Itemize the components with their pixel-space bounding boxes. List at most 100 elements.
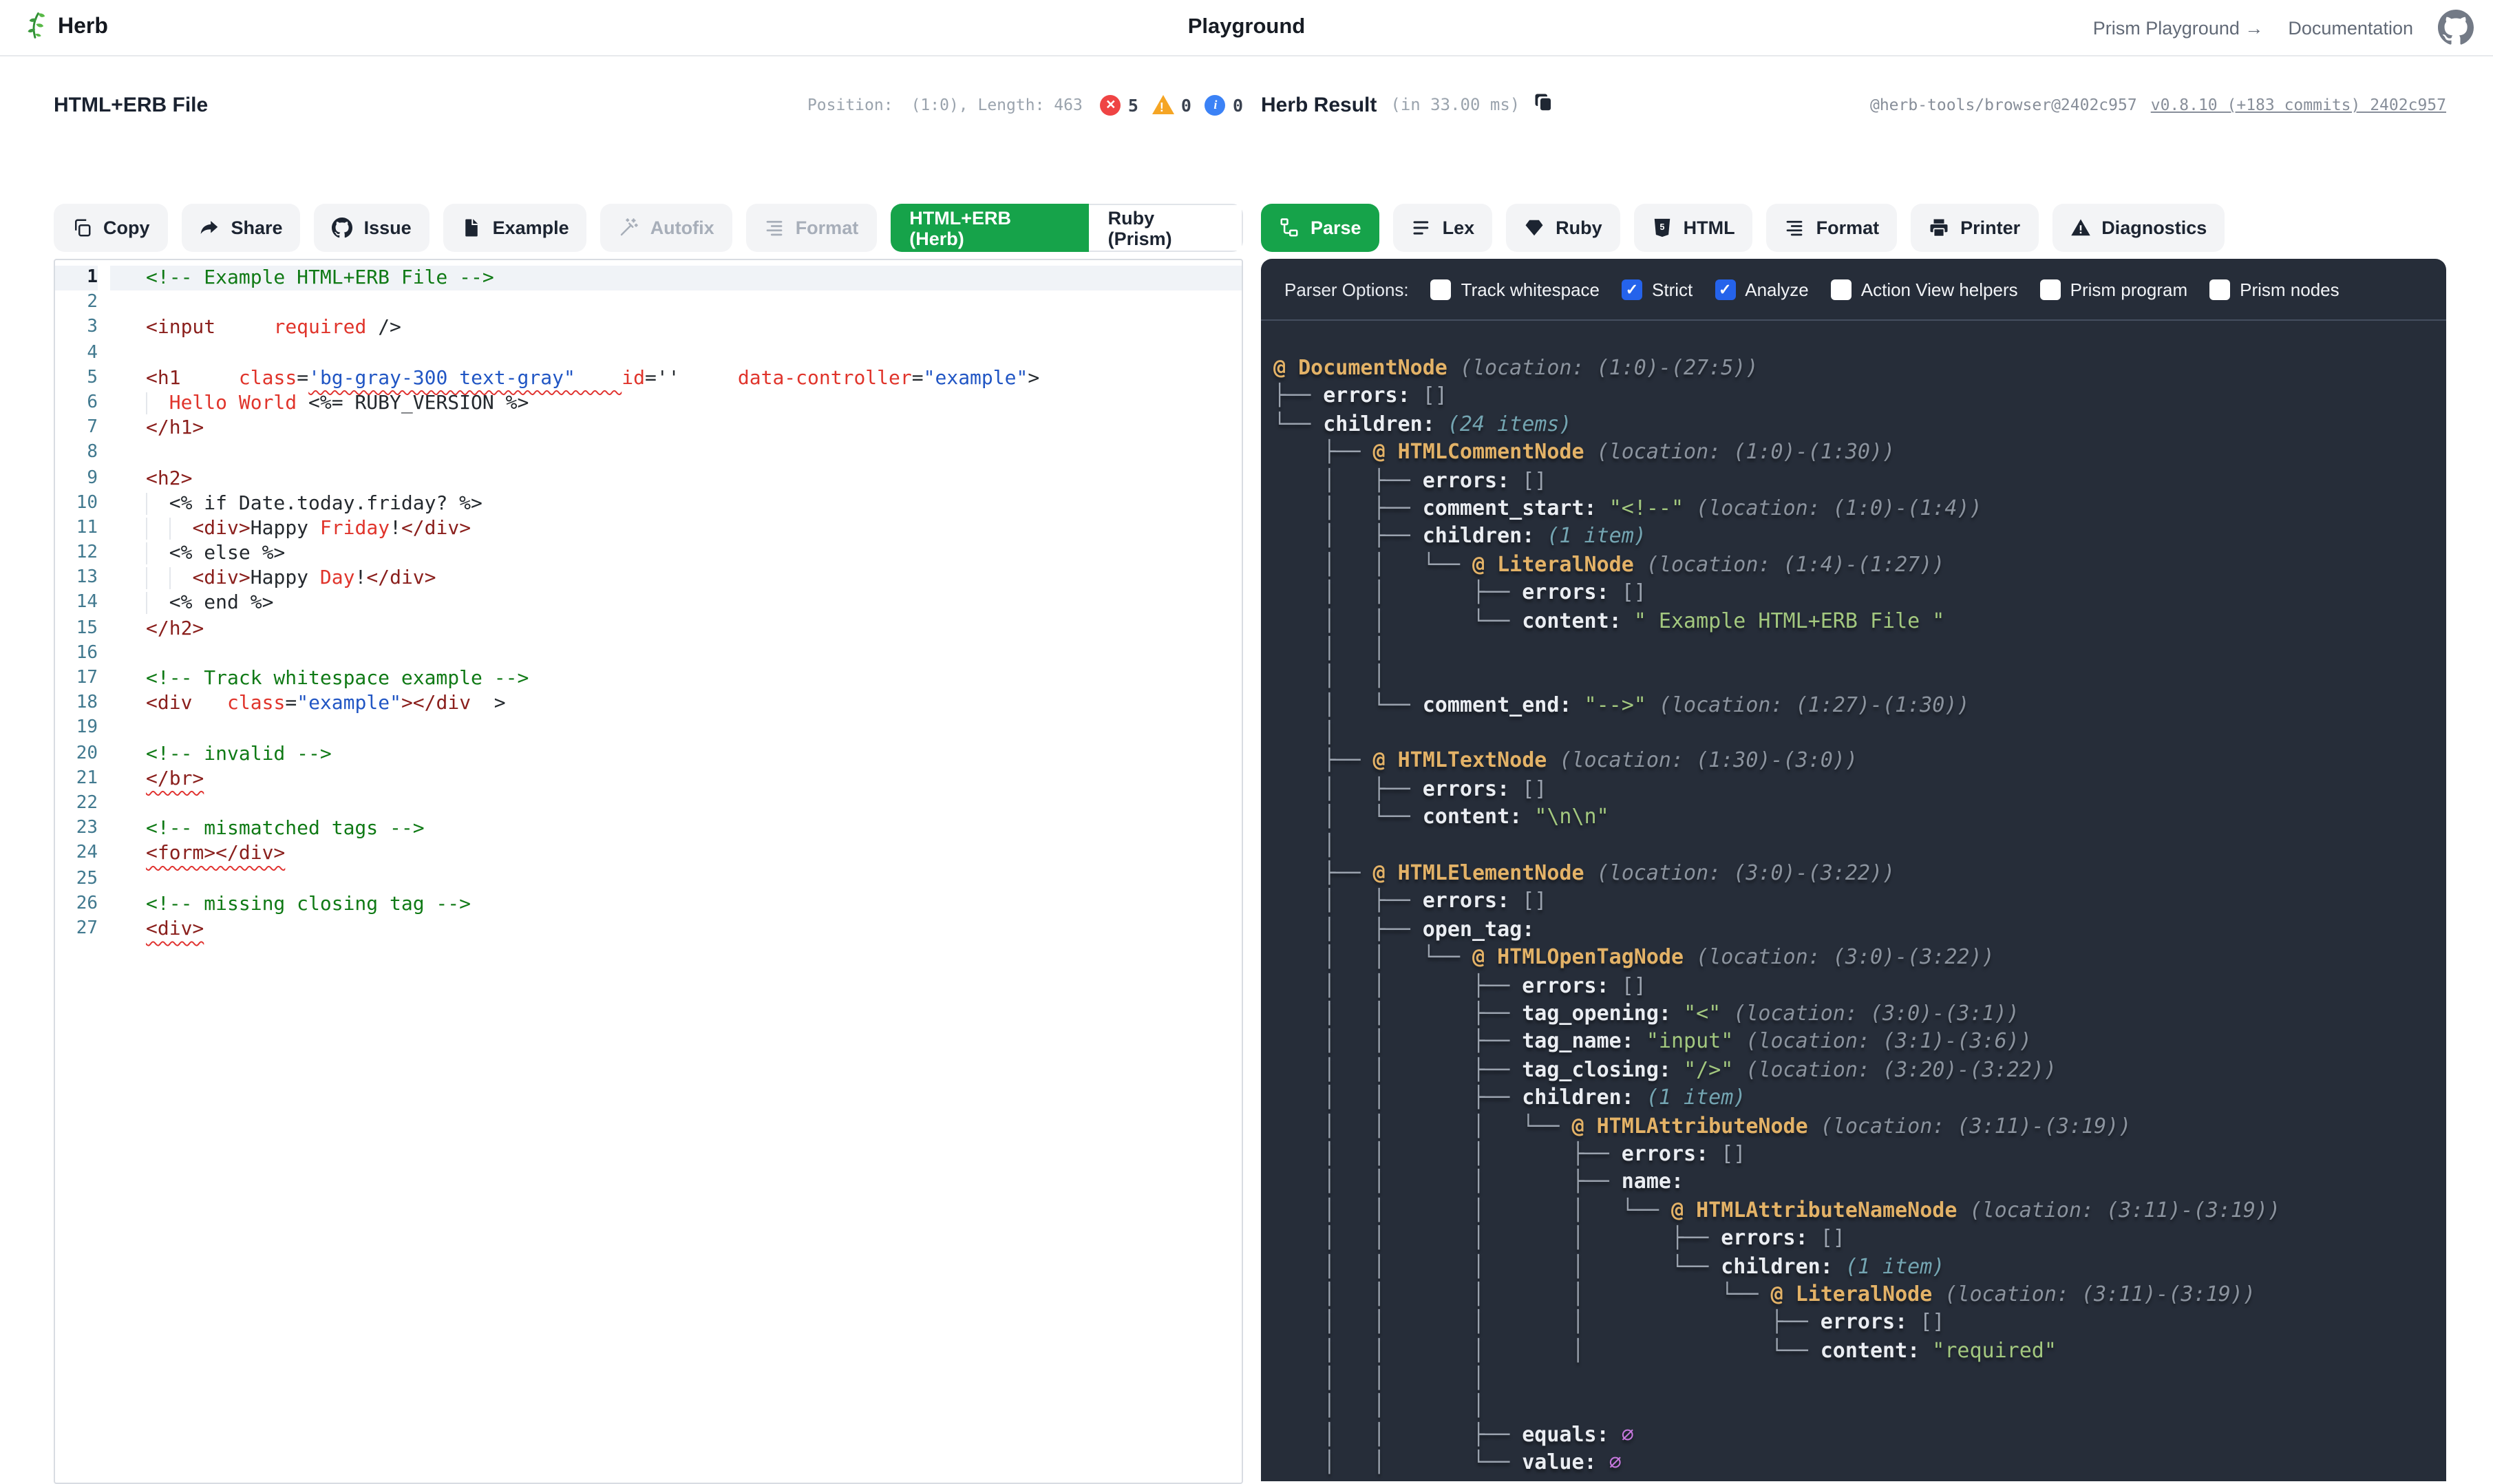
tree-line: │ │ └── content: " Example HTML+ERB File… [1273, 606, 2446, 635]
issue-button[interactable]: Issue [315, 204, 429, 252]
parser-options-bar: Parser Options: Track whitespace✓Strict✓… [1261, 259, 2446, 321]
parser-option-analyze[interactable]: ✓ Analyze [1715, 279, 1809, 299]
tree-line: │ │ │ │ └── children: (1 item) [1273, 1252, 2446, 1280]
example-button[interactable]: Example [443, 204, 587, 252]
warning-icon: ! [1152, 95, 1174, 114]
github-icon[interactable] [2438, 10, 2474, 45]
file-icon [461, 218, 482, 238]
editor-toolbar: Copy Share Issue Example Autofix Format HTML+… [54, 204, 1243, 252]
copy-button[interactable]: Copy [54, 204, 168, 252]
tree-line: ├── @ HTMLElementNode (location: (3:0)-(… [1273, 859, 2446, 887]
ruby-button[interactable]: Ruby [1506, 204, 1620, 252]
tree-line: │ │ │ │ └── @ LiteralNode (location: (3:… [1273, 1280, 2446, 1308]
line-number: 23 [55, 816, 98, 841]
line-number: 6 [55, 391, 98, 416]
code-line [110, 290, 1242, 315]
tab-ruby-prism[interactable]: Ruby (Prism) [1089, 204, 1243, 252]
tree-line: │ │ └── @ LiteralNode (location: (1:4)-(… [1273, 550, 2446, 578]
parse-timing: (in 33.00 ms) [1390, 95, 1520, 114]
list-icon [1411, 218, 1432, 238]
parse-button[interactable]: Parse [1261, 204, 1379, 252]
wand-icon [619, 218, 639, 238]
line-number: 7 [55, 416, 98, 441]
tree-line: │ ├── comment_start: "<!--" (location: (… [1273, 494, 2446, 522]
version-link[interactable]: v0.8.10 (+183 commits) 2402c957 [2151, 95, 2446, 114]
line-number-gutter: 1234567891011121314151617181920212223242… [55, 260, 110, 1483]
warning-badge: ! 0 [1152, 94, 1191, 115]
language-tabs: HTML+ERB (Herb)Ruby (Prism) [890, 204, 1243, 252]
line-number: 3 [55, 316, 98, 341]
indent-guide [146, 542, 169, 564]
lex-button[interactable]: Lex [1393, 204, 1493, 252]
prism-playground-link[interactable]: Prism Playground → [2093, 17, 2264, 38]
tree-line: │ │ │ [1273, 1364, 2446, 1392]
format-button[interactable]: Format [1767, 204, 1898, 252]
checkbox-unchecked-icon[interactable] [2040, 279, 2061, 299]
checkbox-checked-icon[interactable]: ✓ [1622, 279, 1642, 299]
ast-tree: @ DocumentNode (location: (1:0)-(27:5))├… [1261, 321, 2446, 1476]
line-number: 15 [55, 616, 98, 641]
code-line: <!-- mismatched tags --> [110, 816, 1242, 841]
parser-option-track-whitespace[interactable]: Track whitespace [1431, 279, 1600, 299]
error-count: 5 [1128, 94, 1138, 115]
share-button[interactable]: Share [182, 204, 301, 252]
code-line: <input required /> [110, 316, 1242, 341]
autofix-button[interactable]: Autofix [601, 204, 732, 252]
button-label: Diagnostics [2101, 218, 2207, 238]
tree-line: └── children: (24 items) [1273, 410, 2446, 438]
indent-guide [169, 568, 193, 590]
line-number: 24 [55, 842, 98, 867]
tree-line: ├── errors: [] [1273, 382, 2446, 410]
copy-result-button[interactable] [1534, 92, 1554, 117]
parser-option-strict[interactable]: ✓Strict [1622, 279, 1693, 299]
html-button[interactable]: 5HTML [1634, 204, 1753, 252]
button-label: Format [1816, 218, 1880, 238]
tree-line: │ └── comment_end: "-->" (location: (1:2… [1273, 690, 2446, 719]
editor-panel-title: HTML+ERB File [54, 93, 208, 116]
button-label: HTML [1684, 218, 1735, 238]
button-label: Autofix [650, 218, 714, 238]
tree-line: │ │ [1273, 663, 2446, 691]
code-line: <!-- missing closing tag --> [110, 891, 1242, 916]
option-label: Analyze [1745, 279, 1809, 299]
parser-option-prism-nodes[interactable]: Prism nodes [2209, 279, 2340, 299]
tab-html-erb-herb[interactable]: HTML+ERB (Herb) [890, 204, 1088, 252]
code-line [110, 717, 1242, 741]
tree-line: ├── @ HTMLTextNode (location: (1:30)-(3:… [1273, 747, 2446, 775]
code-line: <% end %> [110, 591, 1242, 616]
format-button[interactable]: Format [746, 204, 877, 252]
tree-line: │ ├── open_tag: [1273, 915, 2446, 944]
printer-icon [1929, 218, 1949, 238]
printer-button[interactable]: Printer [1911, 204, 2038, 252]
tree-line: │ │ ├── errors: [] [1273, 971, 2446, 999]
herb-playground-app: Herb Playground Prism Playground → Docum… [0, 0, 2493, 1430]
editor-toolbar-buttons: Copy Share Issue Example Autofix Format [54, 204, 876, 252]
line-number: 10 [55, 491, 98, 516]
result-panel-title: Herb Result [1261, 93, 1377, 116]
diagnostics-button[interactable]: Diagnostics [2052, 204, 2225, 252]
tree-line: │ │ │ │ ├── errors: [] [1273, 1224, 2446, 1252]
code-line: <% else %> [110, 541, 1242, 566]
tree-line: │ ├── errors: [] [1273, 887, 2446, 915]
indent-guide [146, 568, 169, 590]
documentation-link[interactable]: Documentation [2288, 17, 2413, 38]
checkbox-unchecked-icon[interactable] [1831, 279, 1852, 299]
tree-line: │ │ ├── tag_closing: "/>" (location: (3:… [1273, 1056, 2446, 1084]
checkbox-unchecked-icon[interactable] [2209, 279, 2230, 299]
code-line: Hello World <%= RUBY_VERSION %> [110, 391, 1242, 416]
tree-line: │ │ ├── equals: ∅ [1273, 1421, 2446, 1449]
button-label: Example [493, 218, 569, 238]
checkbox-checked-icon[interactable]: ✓ [1715, 279, 1735, 299]
parser-option-prism-program[interactable]: Prism program [2040, 279, 2188, 299]
line-number: 14 [55, 591, 98, 616]
checkbox-unchecked-icon[interactable] [1431, 279, 1452, 299]
button-label: Format [796, 218, 859, 238]
code-editor[interactable]: 1234567891011121314151617181920212223242… [54, 259, 1243, 1484]
code-line: <div>Happy Friday!</div> [110, 516, 1242, 541]
line-number: 22 [55, 792, 98, 816]
parser-option-action-view-helpers[interactable]: Action View helpers [1831, 279, 2018, 299]
option-label: Action View helpers [1861, 279, 2018, 299]
share-icon [200, 218, 220, 238]
tree-line: │ │ │ │ └── content: "required" [1273, 1336, 2446, 1364]
gem-icon [1524, 218, 1545, 238]
